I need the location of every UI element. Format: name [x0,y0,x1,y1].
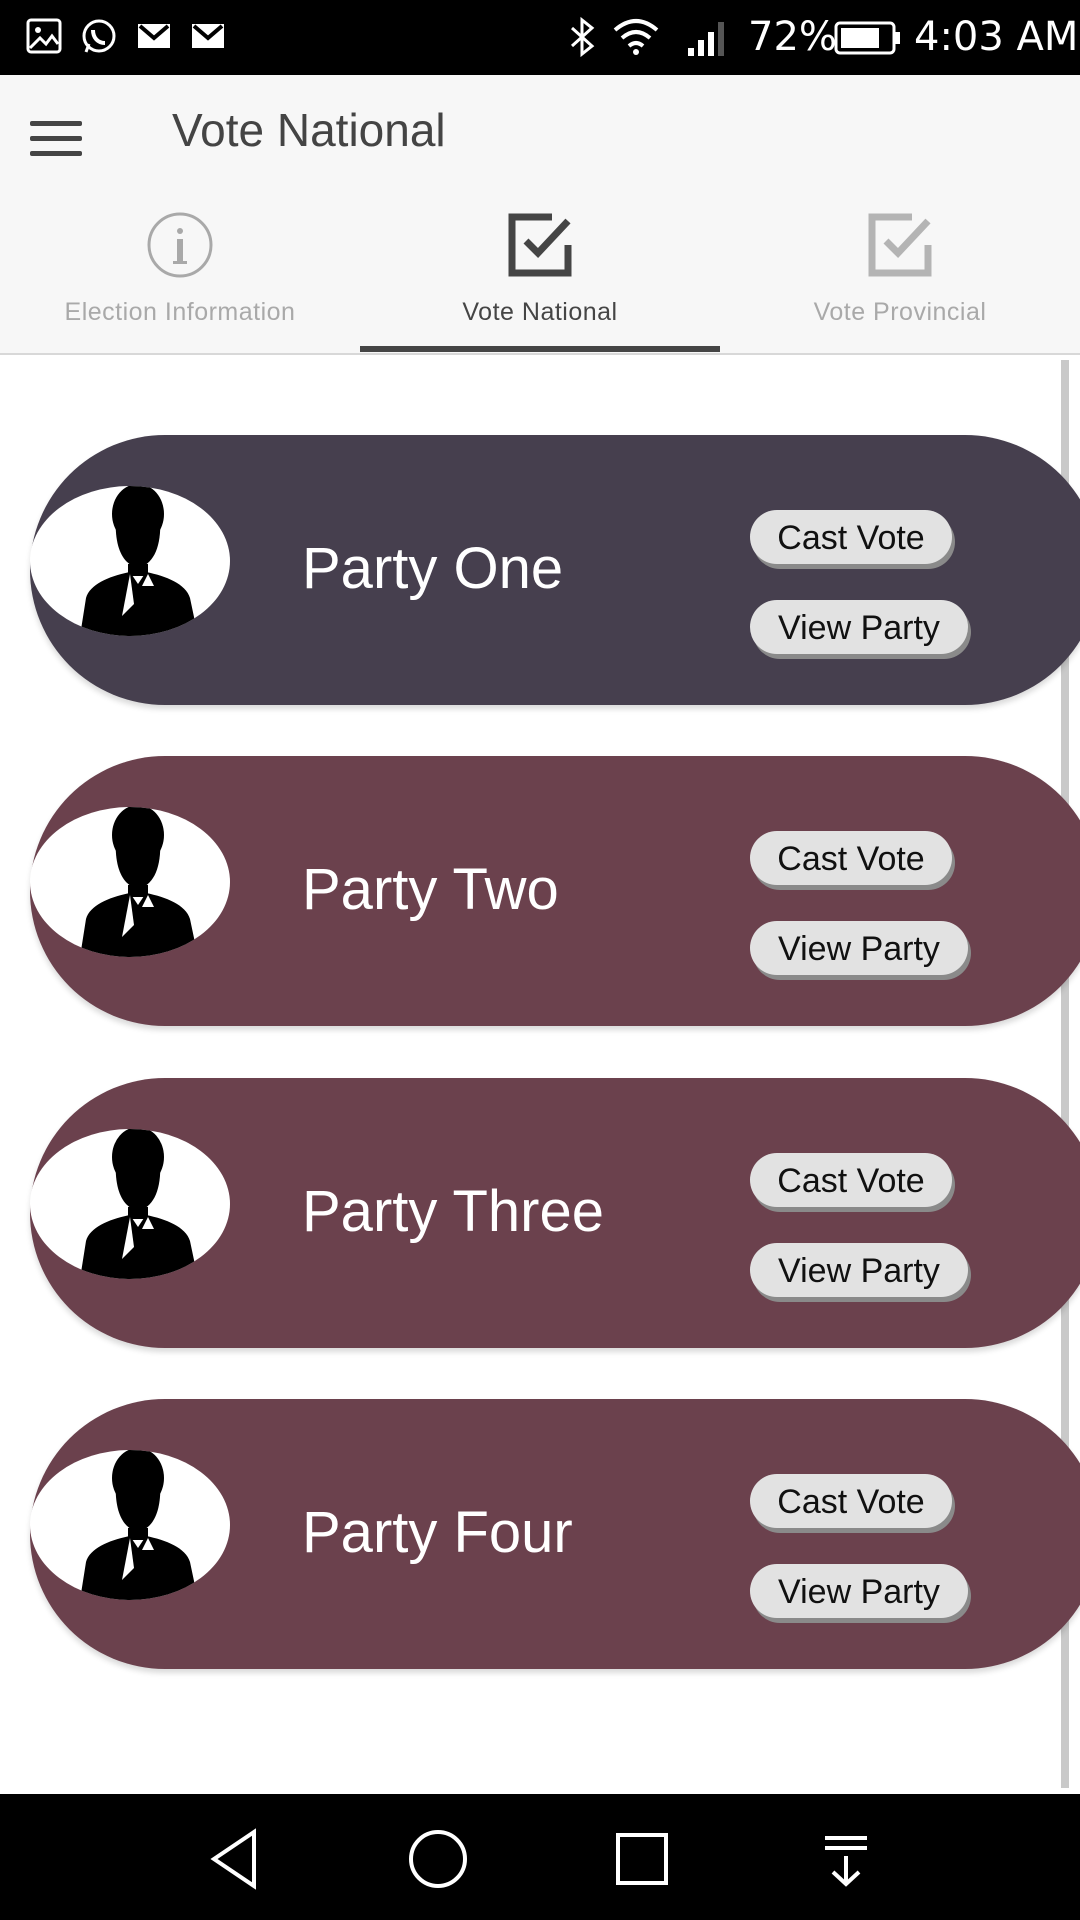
cast-vote-button[interactable]: Cast Vote [750,831,952,885]
party-name: Party Three [302,1179,604,1244]
tab-label: Vote Provincial [813,298,987,326]
party-avatar [30,807,230,957]
gallery-icon [26,18,62,54]
view-party-button[interactable]: View Party [750,921,968,975]
navigation-bar [0,1794,1080,1920]
party-avatar [30,486,230,636]
tab-vote-provincial[interactable]: Vote Provincial [720,195,1080,353]
page-title: Vote National [172,104,446,156]
recents-icon[interactable] [607,1824,677,1894]
party-card: Party Four Cast Vote View Party [30,1399,1080,1669]
checkbox-icon [508,213,572,277]
person-silhouette-icon [80,807,198,957]
tab-bar: Election Information Vote National Vote … [0,195,1080,355]
view-party-button[interactable]: View Party [750,1243,968,1297]
info-icon [147,212,213,278]
signal-icon [688,22,724,56]
view-party-button[interactable]: View Party [750,1564,968,1618]
party-avatar [30,1450,230,1600]
party-name: Party Two [302,857,559,922]
person-silhouette-icon [80,1129,198,1279]
tab-label: Election Information [64,298,296,326]
cast-vote-button[interactable]: Cast Vote [750,510,952,564]
wifi-icon [613,19,659,55]
party-card: Party One Cast Vote View Party [30,435,1080,705]
party-name: Party Four [302,1500,573,1565]
back-icon[interactable] [200,1824,270,1894]
home-icon[interactable] [403,1824,473,1894]
battery-percent: 72% [748,14,837,60]
selected-tab-indicator [360,346,720,352]
party-card: Party Two Cast Vote View Party [30,756,1080,1026]
party-avatar [30,1129,230,1279]
party-card: Party Three Cast Vote View Party [30,1078,1080,1348]
whatsapp-icon [82,19,116,53]
app-bar: Vote National [0,75,1080,195]
person-silhouette-icon [80,486,198,636]
view-party-button[interactable]: View Party [750,600,968,654]
clock: 4:03 AM [914,14,1079,60]
battery-icon [834,21,900,55]
cast-vote-button[interactable]: Cast Vote [750,1474,952,1528]
gmail-icon [138,24,170,48]
bluetooth-icon [570,16,595,58]
status-bar: 72% 4:03 AM [0,0,1080,75]
party-name: Party One [302,536,564,601]
tab-election-information[interactable]: Election Information [0,195,360,353]
hamburger-menu-icon[interactable] [26,119,82,159]
checkbox-icon [868,213,932,277]
cast-vote-button[interactable]: Cast Vote [750,1153,952,1207]
tab-label: Vote National [462,298,618,326]
tab-vote-national[interactable]: Vote National [360,195,720,353]
gmail-icon [192,24,224,48]
person-silhouette-icon [80,1450,198,1600]
notification-pulldown-icon[interactable] [811,1824,881,1894]
